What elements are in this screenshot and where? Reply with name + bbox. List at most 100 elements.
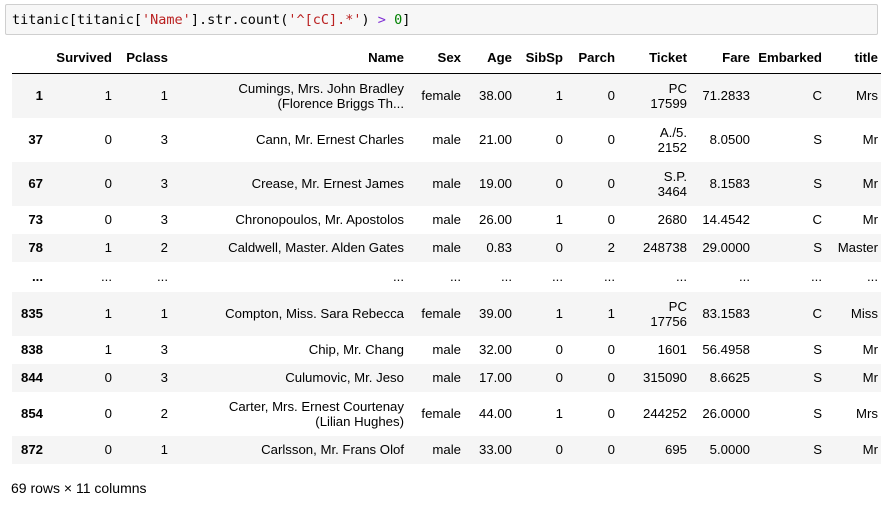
table-cell: C [812, 306, 822, 321]
table-cell: 2 [160, 406, 168, 421]
table-cell: 0 [607, 132, 615, 147]
code-token-op: > [377, 12, 386, 28]
column-header: Parch [566, 42, 618, 74]
table-cell: 2 [607, 240, 615, 255]
cell-text: A./5. 2152 [657, 124, 687, 155]
cell-text: Carter, Mrs. Ernest Courtenay (Lilian Hu… [228, 398, 404, 429]
table-cell: 71.2833 [702, 88, 750, 104]
table-cell: S [813, 370, 822, 385]
table-cell: 0 [555, 342, 563, 357]
table-cell: 0 [104, 132, 112, 147]
table-cell: 1 [607, 306, 615, 321]
table-cell: 1 [160, 306, 168, 321]
table-cell: S [813, 406, 822, 421]
table-cell: 0 [104, 406, 112, 421]
table-cell: 244252 [618, 392, 690, 436]
table-cell: PC 17599 [618, 74, 690, 118]
table-cell: Crease, Mr. Ernest James [171, 162, 407, 206]
table-cell: ... [676, 269, 687, 284]
table-cell: C [812, 88, 822, 104]
table-cell: Mr [862, 442, 878, 457]
table-row: 854 0 2 Carter, Mrs. Ernest Courtenay (Lili… [12, 391, 881, 436]
row-index: 1 [35, 88, 43, 104]
table-cell: 39.00 [478, 306, 512, 321]
table-cell: 0 [555, 240, 563, 255]
table-cell: 0 [555, 442, 563, 457]
table-cell: ... [552, 269, 563, 284]
table-cell: ... [739, 269, 750, 284]
table-row: 838 1 3 Chip, Mr. Chang male 32.00 0 0 1601 56.49… [12, 335, 881, 364]
table-cell: 1 [555, 306, 563, 321]
table-cell: 0 [607, 342, 615, 357]
table-row: 835 1 1 Compton, Miss. Sara Rebecca female 39… [12, 291, 881, 336]
row-index: 67 [28, 176, 43, 191]
column-header: Age [464, 42, 515, 74]
row-index: ... [32, 269, 43, 284]
table-cell: male [432, 342, 461, 357]
table-cell: 38.00 [478, 88, 512, 104]
table-cell: Carlsson, Mr. Frans Olof [261, 442, 404, 457]
table-cell: 1 [104, 88, 112, 104]
cell-text: S.P. 3464 [657, 168, 687, 199]
table-cell: 17.00 [478, 370, 512, 385]
table-cell: Master [837, 240, 878, 255]
column-header: Ticket [618, 42, 690, 74]
table-cell: 83.1583 [702, 306, 750, 321]
row-index: 73 [28, 212, 43, 227]
table-cell: Chip, Mr. Chang [308, 342, 404, 357]
table-row: 67 0 3 Crease, Mr. Ernest James male 19.00 0 0 S… [12, 161, 881, 206]
table-cell: Compton, Miss. Sara Rebecca [171, 292, 407, 336]
table-cell: 0.83 [486, 240, 512, 255]
table-cell: 1 [104, 306, 112, 321]
table-header-row: Survived Pclass Name Sex Age SibSp Parch Ticket… [12, 42, 881, 74]
row-index: 844 [20, 370, 43, 385]
table-cell: ... [501, 269, 512, 284]
table-row: 73 0 3 Chronopoulos, Mr. Apostolos male 26.00… [12, 205, 881, 234]
table-cell: 0 [555, 176, 563, 191]
table-cell: 0 [607, 370, 615, 385]
table-cell: 0 [607, 406, 615, 421]
table-cell: 3 [160, 132, 168, 147]
table-cell: Culumovic, Mr. Jeso [285, 370, 404, 385]
table-cell: 315090 [642, 370, 687, 385]
table-cell: 21.00 [478, 132, 512, 147]
cell-text: Crease, Mr. Ernest James [251, 176, 404, 191]
dataframe-shape-summary: 69 rows × 11 columns [11, 480, 147, 496]
table-cell: 32.00 [478, 342, 512, 357]
row-index: 78 [28, 240, 43, 255]
table-cell: 1 [160, 88, 168, 104]
table-row: 872 0 1 Carlsson, Mr. Frans Olof male 33.00 0 0… [12, 435, 881, 464]
table-cell: ... [157, 269, 168, 284]
column-header: Sex [407, 42, 464, 74]
table-cell: ... [604, 269, 615, 284]
table-cell: 33.00 [478, 442, 512, 457]
table-row: 37 0 3 Cann, Mr. Ernest Charles male 21.00 0 0 A… [12, 117, 881, 162]
table-cell: 0 [104, 370, 112, 385]
code-input-cell[interactable]: titanic[titanic['Name'].str.count('^[cC]… [5, 4, 878, 35]
table-cell: 8.6625 [709, 370, 750, 385]
table-cell: 8.0500 [709, 132, 750, 147]
table-cell: female [421, 306, 461, 321]
column-header: Embarked [753, 42, 825, 74]
table-cell: Cumings, Mrs. John Bradley (Florence Bri… [171, 74, 407, 118]
table-cell: Mrs [856, 406, 878, 421]
table-cell: 26.0000 [702, 406, 750, 421]
table-cell: Mr [862, 370, 878, 385]
table-cell: 1 [104, 240, 112, 255]
table-cell: Cann, Mr. Ernest Charles [171, 118, 407, 162]
table-cell: ... [450, 269, 461, 284]
code-token-plain: ].str.count( [190, 12, 289, 28]
table-cell: 0 [607, 442, 615, 457]
table-cell: 26.00 [478, 212, 512, 227]
table-cell: male [432, 370, 461, 385]
table-cell: 56.4958 [702, 342, 750, 357]
table-row: 78 1 2 Caldwell, Master. Alden Gates male 0.8… [12, 233, 881, 262]
ellipsis-row: .................................... [12, 261, 881, 292]
table-cell: 1 [555, 88, 563, 104]
row-index: 835 [20, 306, 43, 321]
dataframe-table: Survived Pclass Name Sex Age SibSp Parch Ticket… [12, 42, 881, 464]
table-cell: male [432, 240, 461, 255]
table-row: 844 0 3 Culumovic, Mr. Jeso male 17.00 0 0 31509… [12, 363, 881, 392]
table-cell: 695 [664, 442, 687, 457]
table-cell: 3 [160, 342, 168, 357]
